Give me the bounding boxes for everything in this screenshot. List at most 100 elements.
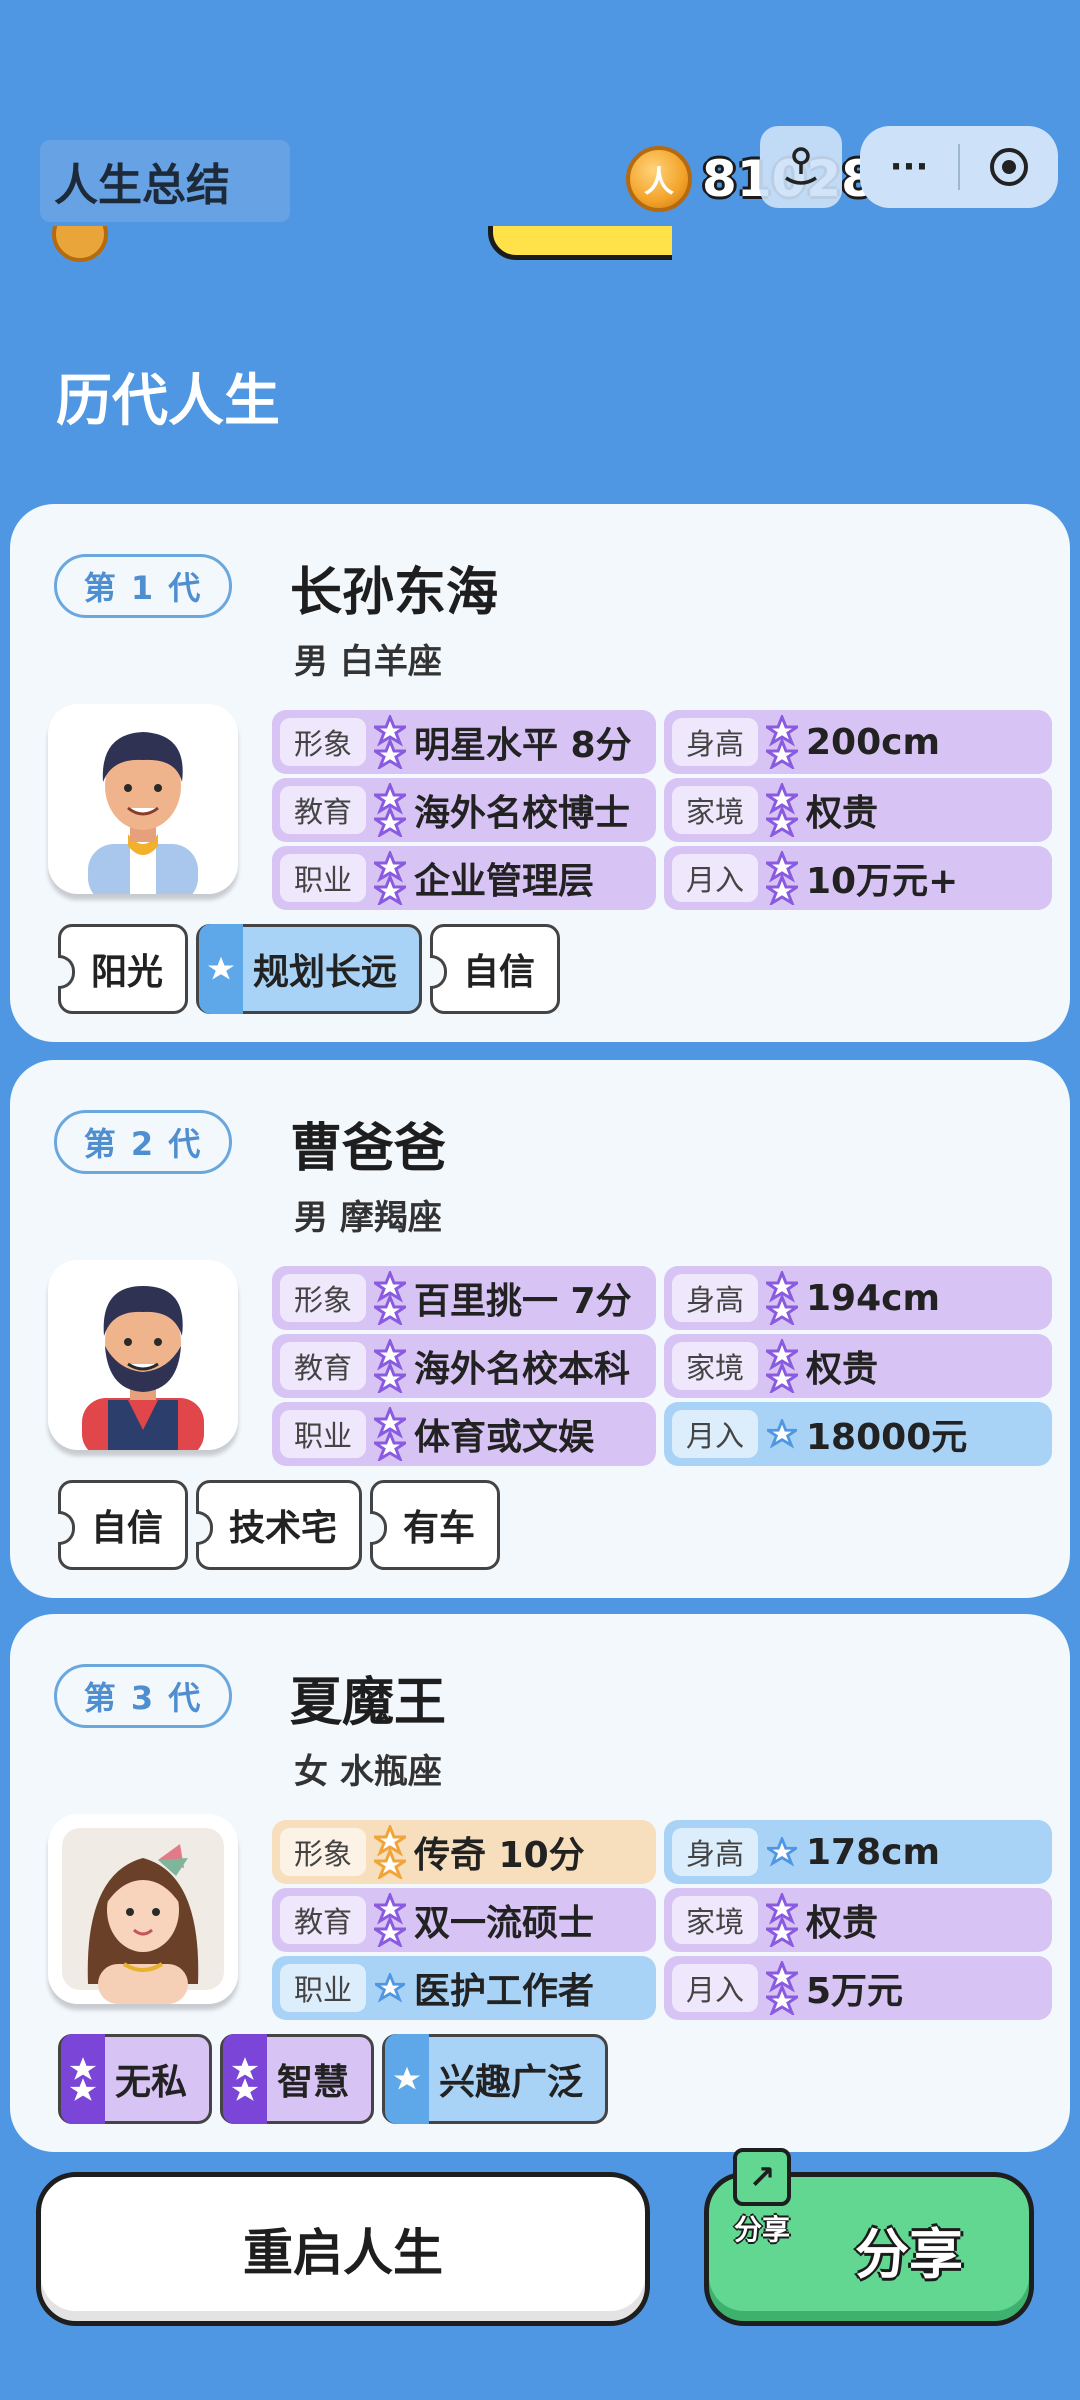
- stat-value: 10万元+: [806, 861, 959, 902]
- trait-tag: 智慧: [220, 2034, 375, 2124]
- trait-tag: 技术宅: [196, 1480, 363, 1570]
- stat-value: 178cm: [806, 1831, 940, 1873]
- purple-stars-icon: [762, 850, 802, 906]
- purple-stars-icon: [762, 714, 802, 770]
- stat-value: 18000元: [806, 1417, 968, 1458]
- stat-height: 身高 178cm: [664, 1820, 1052, 1884]
- trait-tag-label: 规划长远: [253, 952, 398, 993]
- trait-tag-label: 阳光: [91, 952, 164, 993]
- trait-tags: 阳光 规划长远 自信: [58, 924, 561, 1014]
- stat-family: 家境 权贵: [664, 1334, 1052, 1398]
- trait-tag: 自信: [58, 1480, 189, 1570]
- stat-value: 明星水平 8分: [414, 725, 632, 766]
- stat-value: 百里挑一 7分: [414, 1281, 632, 1322]
- blue-star-icon: [762, 1824, 802, 1880]
- share-button-label: 分享: [855, 2222, 963, 2286]
- close-target-icon[interactable]: [960, 126, 1058, 208]
- stat-value: 权贵: [806, 1349, 879, 1390]
- rating-pill-partial: [488, 226, 672, 260]
- stat-height: 身高 194cm: [664, 1266, 1052, 1330]
- stat-label: 教育: [280, 1896, 366, 1944]
- stat-value: 体育或文娱: [414, 1417, 595, 1458]
- trait-tag: 兴趣广泛: [382, 2034, 609, 2124]
- stat-value: 5万元: [806, 1971, 904, 2012]
- person-gender-zodiac: 男 摩羯座: [294, 1198, 442, 1238]
- stat-label: 教育: [280, 1342, 366, 1390]
- trait-tag-label: 有车: [403, 1508, 476, 1549]
- stat-family: 家境 权贵: [664, 1888, 1052, 1952]
- purple-stars-icon: [370, 1892, 410, 1948]
- generation-badge: 第 1 代: [54, 554, 232, 618]
- avatar: [48, 1814, 238, 2004]
- stat-look: 形象 传奇 10分: [272, 1820, 656, 1884]
- stat-value: 企业管理层: [414, 861, 595, 902]
- person-name: 长孙东海: [290, 563, 499, 623]
- trait-tag: 无私: [58, 2034, 213, 2124]
- scrolled-summary-row: [52, 226, 672, 272]
- restart-life-button[interactable]: 重启人生: [36, 2172, 650, 2326]
- stat-label: 形象: [280, 1274, 366, 1322]
- generation-badge: 第 3 代: [54, 1664, 232, 1728]
- stat-label: 职业: [280, 854, 366, 902]
- stat-family: 家境 权贵: [664, 778, 1052, 842]
- coin-icon: 人: [626, 146, 692, 212]
- share-icon-caption: 分享: [733, 2213, 790, 2246]
- purple-stars-icon: [370, 714, 410, 770]
- avatar: [48, 1260, 238, 1450]
- orange-stars-icon: [370, 1824, 410, 1880]
- stat-value: 权贵: [806, 1903, 879, 1944]
- more-dots-icon[interactable]: ···: [860, 126, 958, 208]
- stat-label: 身高: [672, 718, 758, 766]
- stat-education: 教育 海外名校博士: [272, 778, 656, 842]
- section-title: 历代人生: [56, 369, 280, 434]
- person-gender-zodiac: 男 白羊座: [294, 642, 442, 682]
- trait-tag: 阳光: [58, 924, 189, 1014]
- stat-value: 双一流硕士: [414, 1903, 595, 1944]
- stat-value: 海外名校博士: [414, 793, 631, 834]
- stat-value: 权贵: [806, 793, 879, 834]
- stat-label: 月入: [672, 1964, 758, 2012]
- trait-tags: 自信 技术宅 有车: [58, 1480, 501, 1570]
- share-arrow-icon: ↗: [733, 2148, 791, 2206]
- share-icon[interactable]: ↗ 分享: [722, 2148, 802, 2268]
- stat-job: 职业 医护工作者: [272, 1956, 656, 2020]
- stat-label: 家境: [672, 1342, 758, 1390]
- purple-stars-icon: [370, 850, 410, 906]
- generation-card: 第 2 代 曹爸爸 男 摩羯座 形象 百里挑一 7分 身高 194cm 教育 海…: [10, 1060, 1070, 1598]
- stat-label: 家境: [672, 1896, 758, 1944]
- stat-label: 教育: [280, 786, 366, 834]
- stat-value: 医护工作者: [414, 1971, 595, 2012]
- purple-stars-icon: [370, 1270, 410, 1326]
- stat-label: 月入: [672, 1410, 758, 1458]
- generation-card: 第 1 代 长孙东海 男 白羊座 形象 明星水平 8分 身高 200cm 教育 …: [10, 504, 1070, 1042]
- stat-label: 形象: [280, 718, 366, 766]
- trait-tag: 自信: [430, 924, 561, 1014]
- stat-label: 形象: [280, 1828, 366, 1876]
- stat-look: 形象 百里挑一 7分: [272, 1266, 656, 1330]
- stat-height: 身高 200cm: [664, 710, 1052, 774]
- purple-stars-icon: [762, 782, 802, 838]
- trait-tag-label: 自信: [91, 1508, 164, 1549]
- joystick-icon[interactable]: [760, 126, 842, 208]
- stat-label: 月入: [672, 854, 758, 902]
- trait-tag-label: 技术宅: [229, 1508, 338, 1549]
- stat-value: 海外名校本科: [414, 1349, 631, 1390]
- purple-stars-icon: [370, 1406, 410, 1462]
- purple-stars-icon: [762, 1270, 802, 1326]
- trait-tag-label: 自信: [463, 952, 536, 993]
- star-icon: [385, 2034, 430, 2124]
- stat-income: 月入 18000元: [664, 1402, 1052, 1466]
- stat-job: 职业 体育或文娱: [272, 1402, 656, 1466]
- stat-income: 月入 5万元: [664, 1956, 1052, 2020]
- blue-star-icon: [762, 1406, 802, 1462]
- trait-tag-label: 兴趣广泛: [439, 2062, 584, 2103]
- trait-tag-label: 智慧: [277, 2062, 350, 2103]
- stat-label: 职业: [280, 1964, 366, 2012]
- mini-program-capsule: ···: [860, 126, 1058, 208]
- trait-tag: 规划长远: [196, 924, 423, 1014]
- stat-value: 200cm: [806, 721, 940, 763]
- star-icon: [199, 924, 244, 1014]
- stat-education: 教育 双一流硕士: [272, 1888, 656, 1952]
- double-star-icon: [223, 2034, 268, 2124]
- trait-tag: 有车: [370, 1480, 501, 1570]
